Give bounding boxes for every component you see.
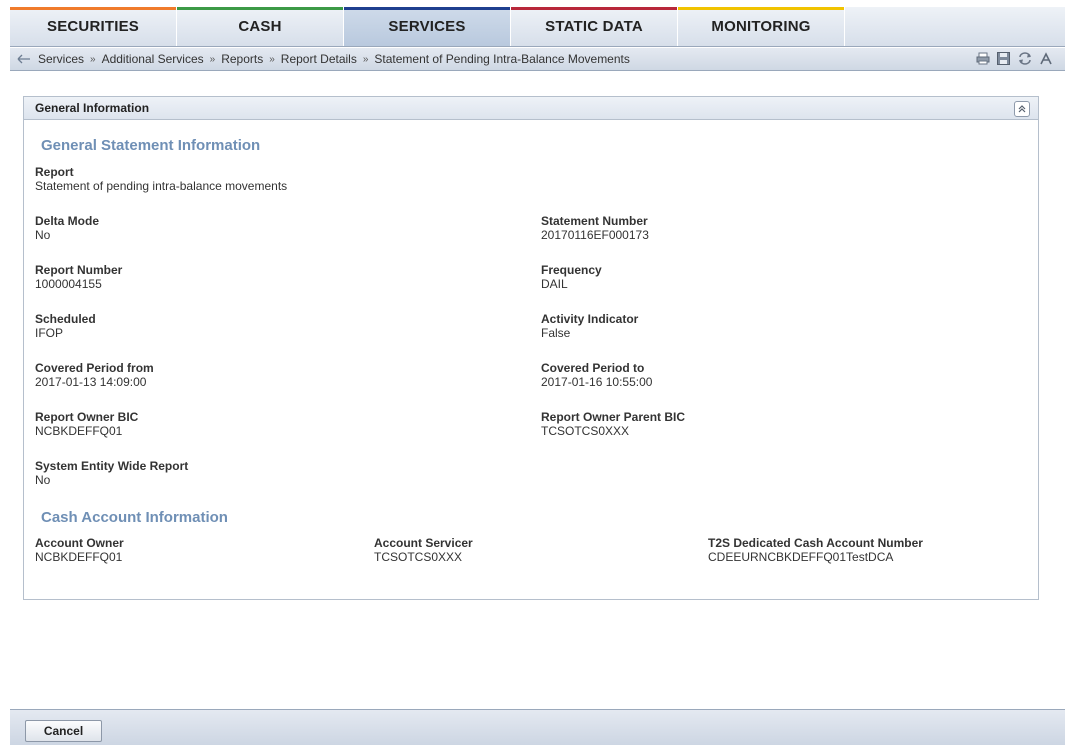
tab-color-bar [177,7,343,10]
tab-label: CASH [238,18,282,35]
field-value: TCSOTCS0XXX [541,424,630,438]
nav-filler [845,7,1065,46]
field-scheduled: Scheduled IFOP [35,312,96,340]
field-value: NCBKDEFFQ01 [35,550,123,564]
field-value: DAIL [541,277,568,291]
panel-title: General Information [35,101,150,115]
field-label: Account Owner [35,536,124,550]
tab-monitoring[interactable]: MONITORING [678,7,845,46]
tab-label: STATIC DATA [545,18,643,35]
breadcrumb-current: Statement of Pending Intra-Balance Movem… [374,52,630,66]
section-title-cash: Cash Account Information [41,509,228,526]
field-activity-indicator: Activity Indicator False [541,312,638,340]
back-arrow-icon[interactable] [10,52,38,67]
field-label: Covered Period to [541,361,645,375]
tab-color-bar [10,7,176,10]
tab-color-bar [511,7,677,10]
field-statement-number: Statement Number 20170116EF000173 [541,214,649,242]
tab-label: SERVICES [388,18,466,35]
save-icon[interactable] [996,51,1011,66]
field-covered-period-to: Covered Period to 2017-01-16 10:55:00 [541,361,652,389]
field-value: NCBKDEFFQ01 [35,424,123,438]
field-value: CDEEURNCBKDEFFQ01TestDCA [708,550,894,564]
field-report-number: Report Number 1000004155 [35,263,122,291]
refresh-icon[interactable] [1017,51,1032,66]
field-value: TCSOTCS0XXX [374,550,463,564]
field-label: Report Owner Parent BIC [541,410,686,424]
breadcrumb-separator: » [209,53,216,65]
panel-header: General Information [24,97,1038,120]
field-label: Report Owner BIC [35,410,139,424]
breadcrumb-separator: » [90,53,96,65]
print-icon[interactable] [975,51,990,66]
breadcrumb-separator: » [269,53,275,65]
breadcrumb-item[interactable]: Report Details [281,52,357,66]
breadcrumb-item[interactable]: Services [38,52,84,66]
toolbar [975,51,1053,66]
field-value: False [541,326,571,340]
section-title-general: General Statement Information [41,137,261,154]
field-value: IFOP [35,326,64,340]
field-label: Account Servicer [374,536,473,550]
cancel-button[interactable]: Cancel [25,720,102,742]
footer-bar: Cancel [10,709,1065,745]
field-label: Statement Number [541,214,648,228]
field-value: Statement of pending intra-balance movem… [35,179,288,193]
field-report-owner-bic: Report Owner BIC NCBKDEFFQ01 [35,410,138,438]
field-label: System Entity Wide Report [35,459,189,473]
tab-color-bar [344,7,510,10]
field-label: T2S Dedicated Cash Account Number [708,536,923,550]
field-label: Report [35,165,74,179]
tab-static-data[interactable]: STATIC DATA [511,7,678,46]
font-size-icon[interactable] [1038,51,1053,66]
field-system-entity-wide-report: System Entity Wide Report No [35,459,188,487]
field-label: Frequency [541,263,602,277]
field-label: Activity Indicator [541,312,639,326]
general-information-panel: General Information General Statement In… [23,96,1039,600]
tab-cash[interactable]: CASH [177,7,344,46]
tab-label: MONITORING [711,18,811,35]
field-delta-mode: Delta Mode No [35,214,99,242]
field-value: 2017-01-16 10:55:00 [541,375,653,389]
field-value: 2017-01-13 14:09:00 [35,375,147,389]
field-covered-period-from: Covered Period from 2017-01-13 14:09:00 [35,361,154,389]
breadcrumb-separator: » [362,53,369,65]
tab-color-bar [678,7,844,10]
breadcrumb: Services » Additional Services » Reports… [10,48,1065,71]
field-account-owner: Account Owner NCBKDEFFQ01 [35,536,124,564]
field-dca-number: T2S Dedicated Cash Account Number CDEEUR… [708,536,923,564]
field-label: Covered Period from [35,361,154,375]
tab-securities[interactable]: SECURITIES [10,7,177,46]
field-value: No [35,228,51,242]
main-nav: SECURITIES CASH SERVICES STATIC DATA MON… [10,7,1065,47]
field-value: 20170116EF000173 [541,228,649,242]
field-frequency: Frequency DAIL [541,263,602,291]
breadcrumb-item[interactable]: Reports [221,52,263,66]
collapse-up-icon[interactable] [1014,101,1030,117]
tab-label: SECURITIES [46,18,139,35]
field-label: Delta Mode [35,214,100,228]
field-label: Report Number [35,263,123,277]
field-account-servicer: Account Servicer TCSOTCS0XXX [374,536,473,564]
tab-services[interactable]: SERVICES [344,7,511,46]
field-report: Report Statement of pending intra-balanc… [35,165,287,193]
breadcrumb-item[interactable]: Additional Services [102,52,204,66]
field-value: No [35,473,51,487]
field-label: Scheduled [35,312,96,326]
field-report-owner-parent-bic: Report Owner Parent BIC TCSOTCS0XXX [541,410,685,438]
field-value: 1000004155 [35,277,102,291]
